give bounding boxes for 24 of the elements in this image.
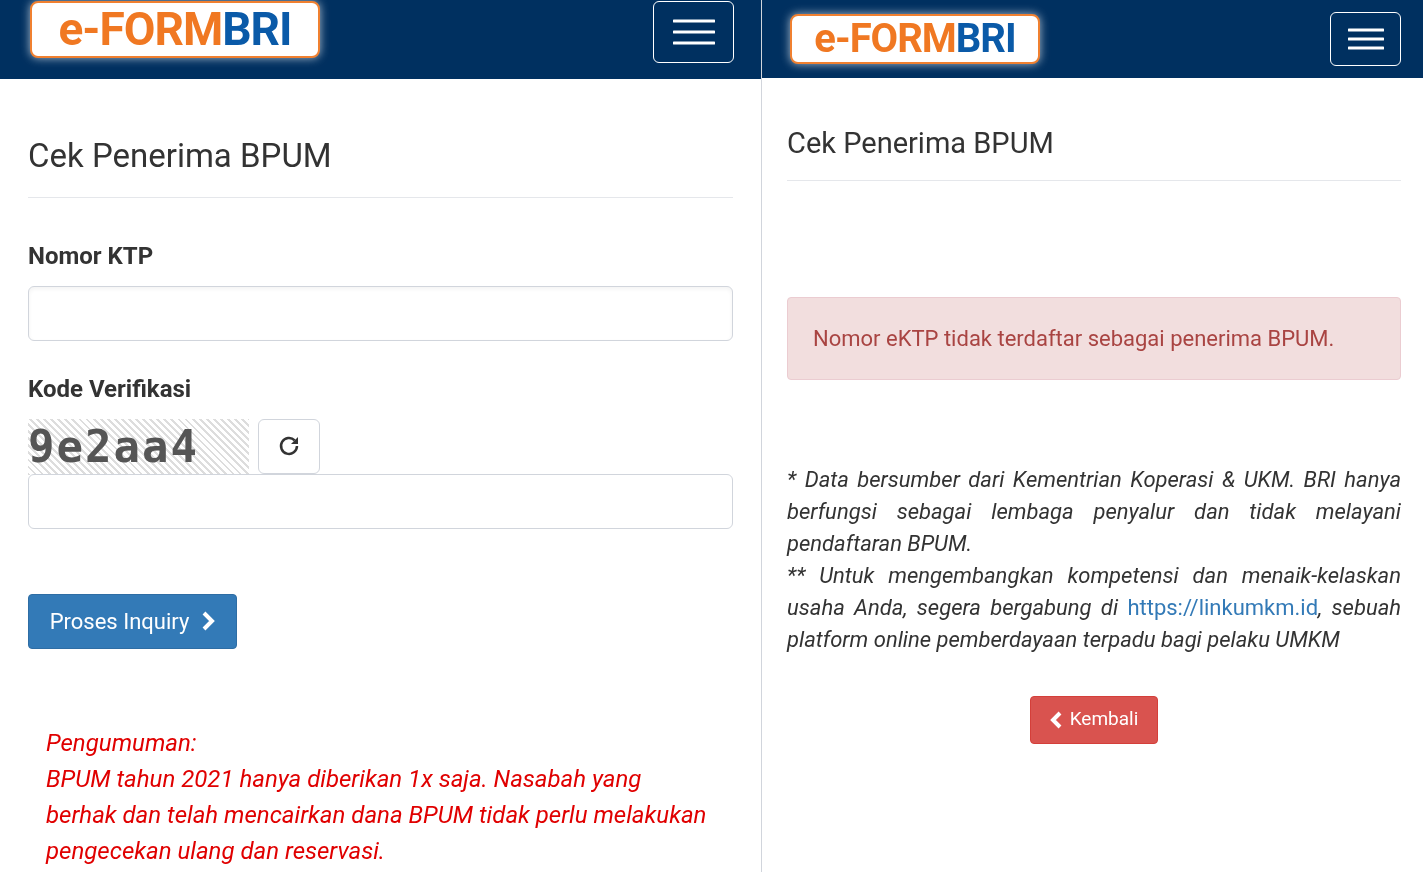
field-label: Nomor KTP <box>28 240 155 272</box>
input-field[interactable] <box>28 473 733 529</box>
announcement-heading: Pengumuman: <box>46 727 198 759</box>
page-title: Cek Penerima BPUM <box>28 135 333 177</box>
logo[interactable]: e-FORMBRI <box>30 1 320 58</box>
chevron-right-icon <box>201 611 216 631</box>
captcha-image: 9e2aa4 <box>28 418 249 475</box>
logo[interactable]: e-FORMBRI <box>790 14 1040 64</box>
submit-button[interactable]: Proses Inquiry <box>28 593 237 649</box>
announcement-text: BPUM tahun 2021 hanya diberikan 1x saja. Nasabah yang berhak dan telah mencairkan dana BPUM tidak perlu melakukan pengecekan ulang dan reservasi. <box>46 763 708 867</box>
menu-button[interactable] <box>1330 12 1401 66</box>
refresh-button[interactable] <box>258 418 320 474</box>
menu-button[interactable] <box>653 1 734 63</box>
field-label: Kode Verifikasi <box>28 373 193 405</box>
menu-icon <box>1347 28 1384 50</box>
back-button[interactable]: Kembali <box>1030 695 1158 744</box>
input-field[interactable] <box>28 285 733 341</box>
page-title: Cek Penerima BPUM <box>787 125 1055 162</box>
chevron-left-icon <box>1049 710 1062 729</box>
menu-icon <box>672 19 715 45</box>
note-text: ** Untuk mengembangkan kompetensi dan menaik-kelaskan usaha Anda, segera bergabung di https://linkumkm.id, sebuah platform online pemberdayaan terpadu bagi pelaku UMKM <box>787 561 1401 654</box>
refresh-icon <box>277 434 301 458</box>
error-alert: Nomor eKTP tidak terdaftar sebagai penerima BPUM. <box>787 296 1401 380</box>
note-text: * Data bersumber dari Kementrian Koperasi & UKM. BRI hanya berfungsi sebagai lembaga penyalur dan tidak melayani pendaftaran BPUM. <box>787 465 1401 558</box>
